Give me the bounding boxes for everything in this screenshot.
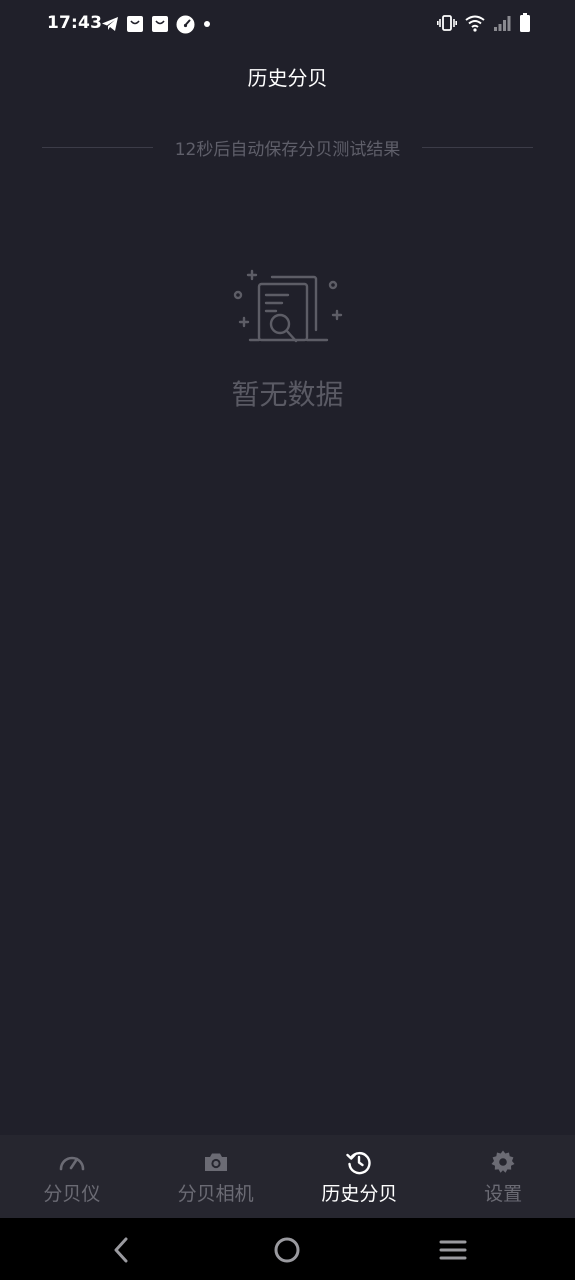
history-icon — [346, 1151, 372, 1175]
page-title: 历史分贝 — [247, 66, 328, 90]
home-icon[interactable] — [272, 1235, 302, 1265]
notification-dot-icon — [204, 21, 210, 27]
tab-label: 分贝相机 — [177, 1183, 254, 1205]
tab-label: 分贝仪 — [43, 1183, 101, 1205]
document-search-icon — [233, 269, 343, 343]
status-bar: 17:43 — [0, 0, 575, 48]
bottom-nav: 分贝仪 分贝相机 历史分贝 设置 — [0, 1135, 575, 1218]
tab-history[interactable]: 历史分贝 — [288, 1135, 432, 1218]
tab-label: 设置 — [484, 1183, 523, 1205]
divider — [42, 146, 153, 148]
shopping-bag-icon — [127, 16, 143, 32]
wifi-icon — [465, 15, 485, 32]
camera-icon — [204, 1153, 227, 1171]
vibrate-icon — [437, 15, 457, 31]
system-navigation-bar — [0, 1218, 575, 1280]
status-time: 17:43 — [47, 13, 103, 33]
back-icon[interactable] — [107, 1235, 137, 1265]
shopping-bag-icon — [152, 16, 168, 32]
gear-icon — [491, 1150, 515, 1173]
telegram-icon — [102, 17, 118, 31]
empty-state-message: 暂无数据 — [231, 378, 344, 411]
tab-decibel-meter[interactable]: 分贝仪 — [0, 1135, 144, 1218]
battery-icon — [520, 13, 530, 32]
speedometer-app-icon — [176, 15, 195, 33]
menu-icon[interactable] — [438, 1235, 468, 1265]
tab-settings[interactable]: 设置 — [431, 1135, 575, 1218]
tab-decibel-camera[interactable]: 分贝相机 — [144, 1135, 288, 1218]
auto-save-notice: 12秒后自动保存分贝测试结果 — [42, 134, 534, 160]
signal-icon — [494, 15, 511, 31]
speedometer-icon — [59, 1156, 85, 1171]
notice-text: 12秒后自动保存分贝测试结果 — [174, 139, 401, 160]
tab-label: 历史分贝 — [321, 1183, 398, 1205]
divider — [422, 146, 534, 148]
